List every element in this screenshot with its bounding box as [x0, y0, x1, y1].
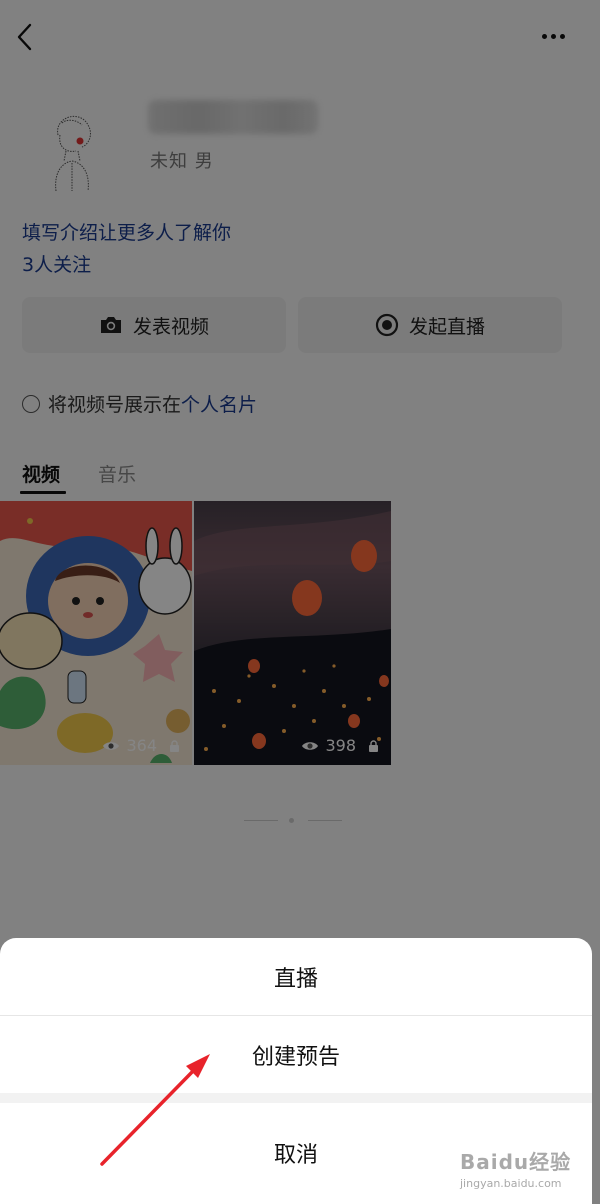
tab-music[interactable]: 音乐: [98, 460, 136, 487]
back-button[interactable]: [12, 20, 42, 54]
sheet-separator: [0, 1093, 592, 1103]
chevron-left-icon: [17, 23, 32, 51]
watermark: Baidu经验 jingyan.baidu.com: [460, 1146, 571, 1190]
sheet-item-label: 创建预告: [251, 1044, 340, 1070]
list-end-divider-right: [308, 820, 342, 821]
more-dots-icon: [551, 34, 556, 39]
show-in-card-text: 将视频号展示在: [48, 394, 182, 416]
more-dots-icon: [542, 34, 547, 39]
avatar[interactable]: [36, 105, 108, 192]
list-end-divider-dot: [289, 818, 294, 823]
intro-link[interactable]: 填写介绍让更多人了解你: [22, 218, 231, 245]
show-in-card-link[interactable]: 个人名片: [181, 390, 257, 417]
list-end-divider-left: [244, 820, 278, 821]
view-count: 364: [102, 736, 180, 755]
eye-icon: [302, 741, 319, 750]
video-thumbnail[interactable]: 364: [0, 501, 192, 765]
start-live-button[interactable]: 发起直播: [298, 297, 562, 353]
cartoon-illustration: [0, 501, 192, 765]
lock-icon: [170, 739, 179, 752]
tab-active-indicator: [20, 491, 66, 494]
show-in-card-option[interactable]: 将视频号展示在 个人名片: [22, 390, 257, 417]
avatar-cheek: [76, 137, 84, 145]
view-count-number: 364: [126, 736, 157, 755]
avatar-illustration: [55, 115, 91, 192]
follow-count[interactable]: 3人关注: [22, 250, 91, 277]
tab-video[interactable]: 视频: [22, 460, 60, 487]
cancel-label: 取消: [273, 1143, 318, 1168]
view-count: 398: [301, 736, 379, 755]
video-thumbnail[interactable]: 398: [194, 501, 391, 765]
start-live-label: 发起直播: [408, 315, 485, 338]
eye-icon: [103, 741, 120, 750]
more-dots-icon: [560, 34, 565, 39]
sheet-item-label: 直播: [273, 966, 318, 992]
watermark-url: jingyan.baidu.com: [460, 1177, 562, 1190]
lock-icon: [369, 739, 378, 752]
nickname-blurred: [148, 100, 318, 134]
camera-icon: [100, 317, 121, 333]
more-button[interactable]: [538, 28, 570, 44]
show-in-card-radio[interactable]: [22, 394, 40, 413]
sheet-item-create-preview[interactable]: 创建预告: [0, 1016, 592, 1093]
post-video-label: 发表视频: [132, 315, 209, 338]
watermark-brand: Baidu经验: [460, 1150, 572, 1174]
post-video-button[interactable]: 发表视频: [22, 297, 286, 353]
view-count-number: 398: [325, 736, 356, 755]
sheet-item-live[interactable]: 直播: [0, 938, 592, 1016]
record-icon: [375, 313, 399, 337]
gender-info: 未知 男: [150, 151, 214, 172]
lantern-scene: [194, 511, 391, 765]
